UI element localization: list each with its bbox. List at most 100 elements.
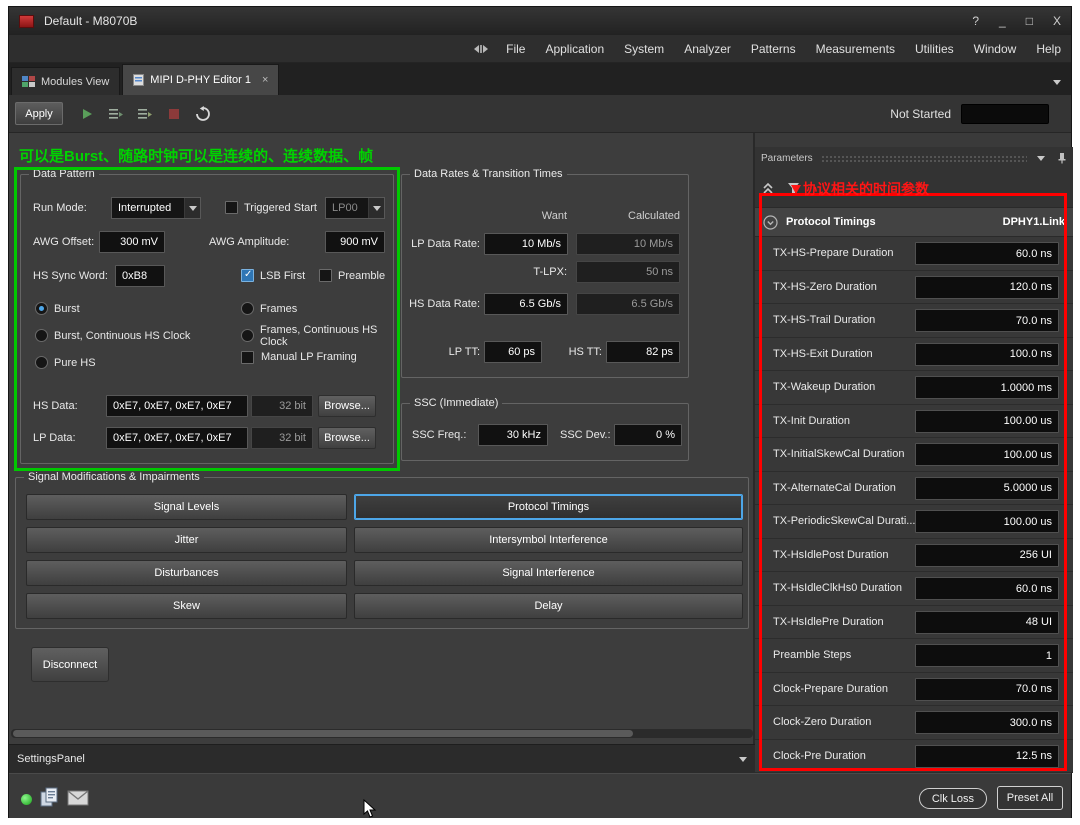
minimize-button[interactable]: _ — [999, 14, 1006, 28]
hs-tt-field[interactable]: 82 ps — [606, 341, 680, 363]
impairment-category-button[interactable]: Protocol Timings — [354, 494, 743, 520]
menu-item[interactable]: Patterns — [741, 35, 806, 63]
parameter-value-field[interactable]: 120.0 ns — [915, 275, 1059, 299]
menu-item[interactable]: Utilities — [905, 35, 964, 63]
parameter-value-field[interactable]: 60.0 ns — [915, 577, 1059, 600]
hs-sync-word-field[interactable]: 0xB8 — [115, 265, 165, 287]
lsb-first-checkbox[interactable] — [241, 269, 254, 282]
parameter-value-field[interactable]: 5.0000 us — [915, 476, 1059, 500]
awg-offset-field[interactable]: 300 mV — [99, 231, 165, 253]
parameter-value-field[interactable]: 100.00 us — [915, 409, 1059, 433]
preset-all-button[interactable]: Preset All — [997, 786, 1063, 810]
parameter-value-field[interactable]: 256 UI — [915, 543, 1059, 567]
run-mode-option[interactable]: Burst — [35, 295, 241, 322]
run-mode-dropdown[interactable]: Interrupted — [111, 197, 201, 219]
sequence-button-1[interactable] — [104, 102, 128, 126]
sequence-button-2[interactable] — [133, 102, 157, 126]
tab-list-dropdown-icon[interactable] — [1053, 80, 1061, 85]
impairment-category-button[interactable]: Jitter — [26, 527, 347, 553]
help-button[interactable]: ? — [972, 14, 979, 28]
menu-item[interactable]: Help — [1026, 35, 1071, 63]
triggered-start-label: Triggered Start — [244, 202, 317, 214]
impairment-category-button[interactable]: Skew — [26, 593, 347, 619]
manual-lp-framing-checkbox[interactable] — [241, 351, 254, 364]
parameter-group-header[interactable]: Protocol Timings DPHY1.Link — [755, 207, 1073, 237]
annotation-green-text: 可以是Burst、随路时钟可以是连续的、连续数据、帧 — [19, 148, 374, 165]
clk-loss-button[interactable]: Clk Loss — [918, 788, 987, 809]
ssc-dev-label: SSC Dev.: — [560, 429, 611, 441]
impairment-category-button[interactable]: Disturbances — [26, 560, 347, 586]
menu-item[interactable]: Measurements — [806, 35, 905, 63]
ssc-freq-field[interactable]: 30 kHz — [478, 424, 548, 446]
run-mode-option[interactable]: Frames — [241, 295, 387, 322]
menu-item[interactable]: Window — [964, 35, 1027, 63]
close-button[interactable]: X — [1053, 14, 1061, 28]
impairment-category-button[interactable]: Delay — [354, 593, 743, 619]
lp-data-browse-button[interactable]: Browse... — [318, 427, 376, 449]
hs-data-browse-button[interactable]: Browse... — [318, 395, 376, 417]
parameter-value-field[interactable]: 12.5 ns — [915, 744, 1059, 768]
run-button[interactable] — [75, 102, 99, 126]
parameter-value-field[interactable]: 300.0 ns — [915, 711, 1059, 734]
parameter-row: Clock-Prepare Duration 70.0 ns — [755, 672, 1073, 706]
impairment-category-button[interactable]: Intersymbol Interference — [354, 527, 743, 553]
run-mode-option[interactable]: Burst, Continuous HS Clock — [35, 322, 241, 349]
reset-button[interactable] — [191, 102, 215, 126]
disconnect-button[interactable]: Disconnect — [31, 647, 109, 682]
parameter-value-field[interactable]: 70.0 ns — [915, 677, 1059, 701]
menu-item[interactable]: Application — [535, 35, 614, 63]
run-mode-option[interactable]: Pure HS — [35, 349, 241, 376]
parameter-name: TX-PeriodicSkewCal Durati... — [773, 515, 916, 528]
preamble-checkbox[interactable] — [319, 269, 332, 282]
lp-data-field[interactable]: 0xE7, 0xE7, 0xE7, 0xE7 — [106, 427, 248, 449]
radio-icon[interactable] — [35, 302, 48, 315]
lp-data-rate-want-field[interactable]: 10 Mb/s — [484, 233, 568, 255]
dock-icon[interactable] — [474, 44, 489, 54]
menu-item[interactable]: System — [614, 35, 674, 63]
log-icon[interactable] — [39, 786, 59, 810]
tab-close-icon[interactable]: × — [262, 74, 268, 86]
impairments-group: Signal Modifications & Impairments Signa… — [15, 471, 749, 629]
run-mode-option[interactable]: Frames, Continuous HS Clock — [241, 322, 387, 349]
panel-menu-icon[interactable] — [1037, 155, 1045, 161]
menu-item[interactable]: File — [496, 35, 535, 63]
impairment-category-button[interactable]: Signal Interference — [354, 560, 743, 586]
scrollbar-thumb[interactable] — [13, 730, 633, 737]
parameter-value-field[interactable]: 48 UI — [915, 610, 1059, 634]
radio-icon[interactable] — [241, 302, 254, 315]
radio-icon[interactable] — [35, 329, 48, 342]
parameter-value-field[interactable]: 70.0 ns — [915, 309, 1059, 332]
hs-data-rate-want-field[interactable]: 6.5 Gb/s — [484, 293, 568, 315]
stop-button[interactable] — [162, 102, 186, 126]
parameter-value-field[interactable]: 1.0000 ms — [915, 376, 1059, 399]
maximize-button[interactable]: □ — [1026, 14, 1033, 28]
parameter-name: Clock-Prepare Duration — [773, 682, 888, 695]
lp-tt-field[interactable]: 60 ps — [484, 341, 542, 363]
menu-item[interactable]: Analyzer — [674, 35, 741, 63]
parameter-value-field[interactable]: 100.00 us — [915, 510, 1059, 533]
triggered-start-checkbox[interactable] — [225, 201, 238, 214]
group-expander-icon[interactable] — [763, 214, 778, 230]
parameters-panel-header[interactable]: Parameters — [755, 147, 1073, 169]
apply-button[interactable]: Apply — [15, 102, 63, 125]
radio-icon[interactable] — [241, 329, 254, 342]
tab-mipi-dphy-editor[interactable]: MIPI D-PHY Editor 1 × — [122, 64, 280, 95]
awg-amplitude-field[interactable]: 900 mV — [325, 231, 385, 253]
parameter-value-field[interactable]: 60.0 ns — [915, 242, 1059, 265]
parameter-value-field[interactable]: 100.0 ns — [915, 342, 1059, 366]
settings-panel-dropdown-icon[interactable] — [739, 756, 747, 762]
radio-icon[interactable] — [35, 356, 48, 369]
parameter-value-field[interactable]: 100.00 us — [915, 443, 1059, 466]
mail-icon[interactable] — [67, 790, 89, 806]
collapse-all-icon[interactable] — [761, 181, 775, 195]
editor-icon — [133, 74, 145, 86]
impairment-category-button[interactable]: Signal Levels — [26, 494, 347, 520]
dropdown-arrow-icon[interactable] — [184, 198, 200, 218]
hs-data-field[interactable]: 0xE7, 0xE7, 0xE7, 0xE7 — [106, 395, 248, 417]
horizontal-scrollbar[interactable] — [11, 729, 753, 738]
lp-state-dropdown[interactable]: LP00 — [325, 197, 385, 219]
tab-modules-view[interactable]: Modules View — [11, 67, 121, 95]
pin-icon[interactable] — [1057, 152, 1067, 164]
parameter-value-field[interactable]: 1 — [915, 644, 1059, 667]
ssc-dev-field[interactable]: 0 % — [614, 424, 682, 446]
